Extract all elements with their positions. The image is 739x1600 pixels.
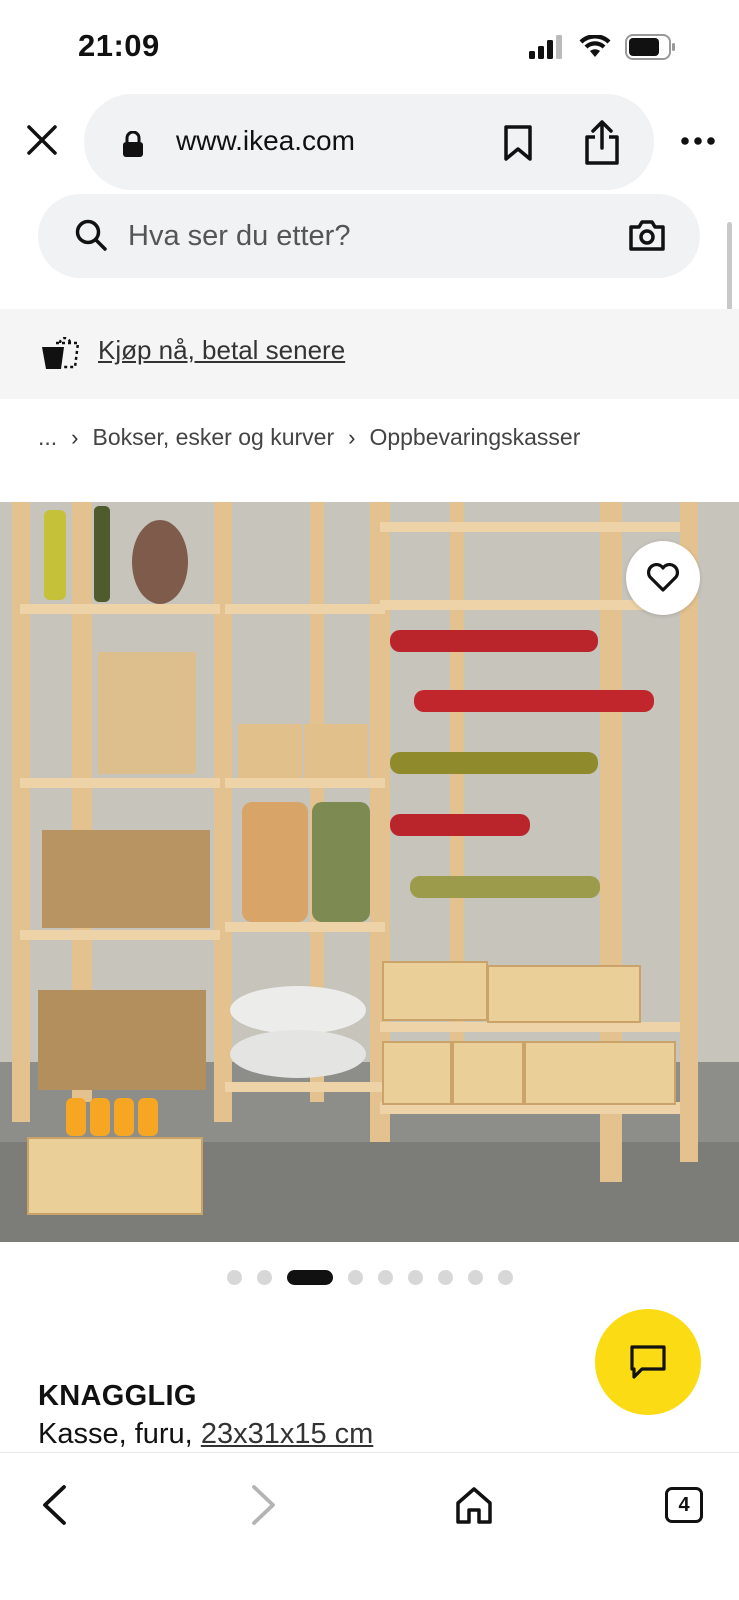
carousel-dot[interactable] <box>467 1270 483 1285</box>
chevron-right-icon: › <box>71 424 79 450</box>
product-image[interactable] <box>0 502 739 1242</box>
tab-count: 4 <box>665 1487 703 1523</box>
image-carousel-indicator <box>0 1270 739 1285</box>
buy-now-pay-later-link[interactable]: Kjøp nå, betal senere <box>98 335 345 366</box>
status-icons <box>529 34 677 60</box>
product-description: Kasse, furu, 23x31x15 cm <box>38 1418 373 1451</box>
carousel-dot[interactable] <box>347 1270 363 1285</box>
url-text: www.ikea.com <box>176 125 355 156</box>
more-button[interactable] <box>678 126 718 156</box>
browser-address-row: www.ikea.com <box>0 92 739 192</box>
shopping-bag-icon <box>42 337 80 369</box>
bookmark-icon[interactable] <box>502 124 534 162</box>
carousel-dot-active[interactable] <box>286 1270 333 1285</box>
chevron-right-icon: › <box>348 424 356 450</box>
search-bar[interactable] <box>38 194 700 278</box>
promo-banner: Kjøp nå, betal senere <box>0 309 739 399</box>
lock-icon <box>123 131 143 157</box>
carousel-dot[interactable] <box>377 1270 393 1285</box>
breadcrumb-item-boxes[interactable]: Bokser, esker og kurver <box>93 424 335 451</box>
forward-button[interactable] <box>234 1475 294 1535</box>
camera-icon[interactable] <box>628 218 666 252</box>
carousel-dot[interactable] <box>226 1270 242 1285</box>
close-icon <box>27 125 57 155</box>
product-type: Kasse, furu, <box>38 1418 201 1450</box>
chat-icon <box>630 1345 666 1379</box>
cellular-signal-icon <box>529 35 562 59</box>
search-input[interactable] <box>128 212 598 260</box>
carousel-dot[interactable] <box>437 1270 453 1285</box>
favorite-button[interactable] <box>626 541 700 615</box>
breadcrumb-item-storage[interactable]: Oppbevaringskasser <box>369 424 580 451</box>
breadcrumb: ... › Bokser, esker og kurver › Oppbevar… <box>38 424 580 451</box>
carousel-dot[interactable] <box>256 1270 272 1285</box>
browser-toolbar: 4 <box>0 1452 739 1600</box>
chat-button[interactable] <box>595 1309 701 1415</box>
share-icon[interactable] <box>582 120 622 166</box>
back-button[interactable] <box>24 1475 84 1535</box>
heart-icon <box>647 563 679 592</box>
carousel-dot[interactable] <box>497 1270 513 1285</box>
carousel-dot[interactable] <box>407 1270 423 1285</box>
close-button[interactable] <box>22 120 62 160</box>
product-size-link[interactable]: 23x31x15 cm <box>201 1418 374 1450</box>
battery-icon <box>625 34 675 60</box>
shelving-illustration <box>0 502 739 1242</box>
home-button[interactable] <box>444 1475 504 1535</box>
status-bar: 21:09 <box>0 0 739 92</box>
more-icon <box>681 137 715 145</box>
product-name: KNAGGLIG <box>38 1380 197 1412</box>
tabs-button[interactable]: 4 <box>654 1475 714 1535</box>
address-bar[interactable]: www.ikea.com <box>84 94 654 190</box>
chevron-left-icon <box>43 1485 66 1525</box>
chevron-right-icon <box>252 1485 275 1525</box>
search-icon <box>75 219 107 251</box>
wifi-icon <box>579 35 611 57</box>
breadcrumb-root[interactable]: ... <box>38 424 57 451</box>
home-icon <box>456 1487 492 1524</box>
status-time: 21:09 <box>78 28 160 63</box>
